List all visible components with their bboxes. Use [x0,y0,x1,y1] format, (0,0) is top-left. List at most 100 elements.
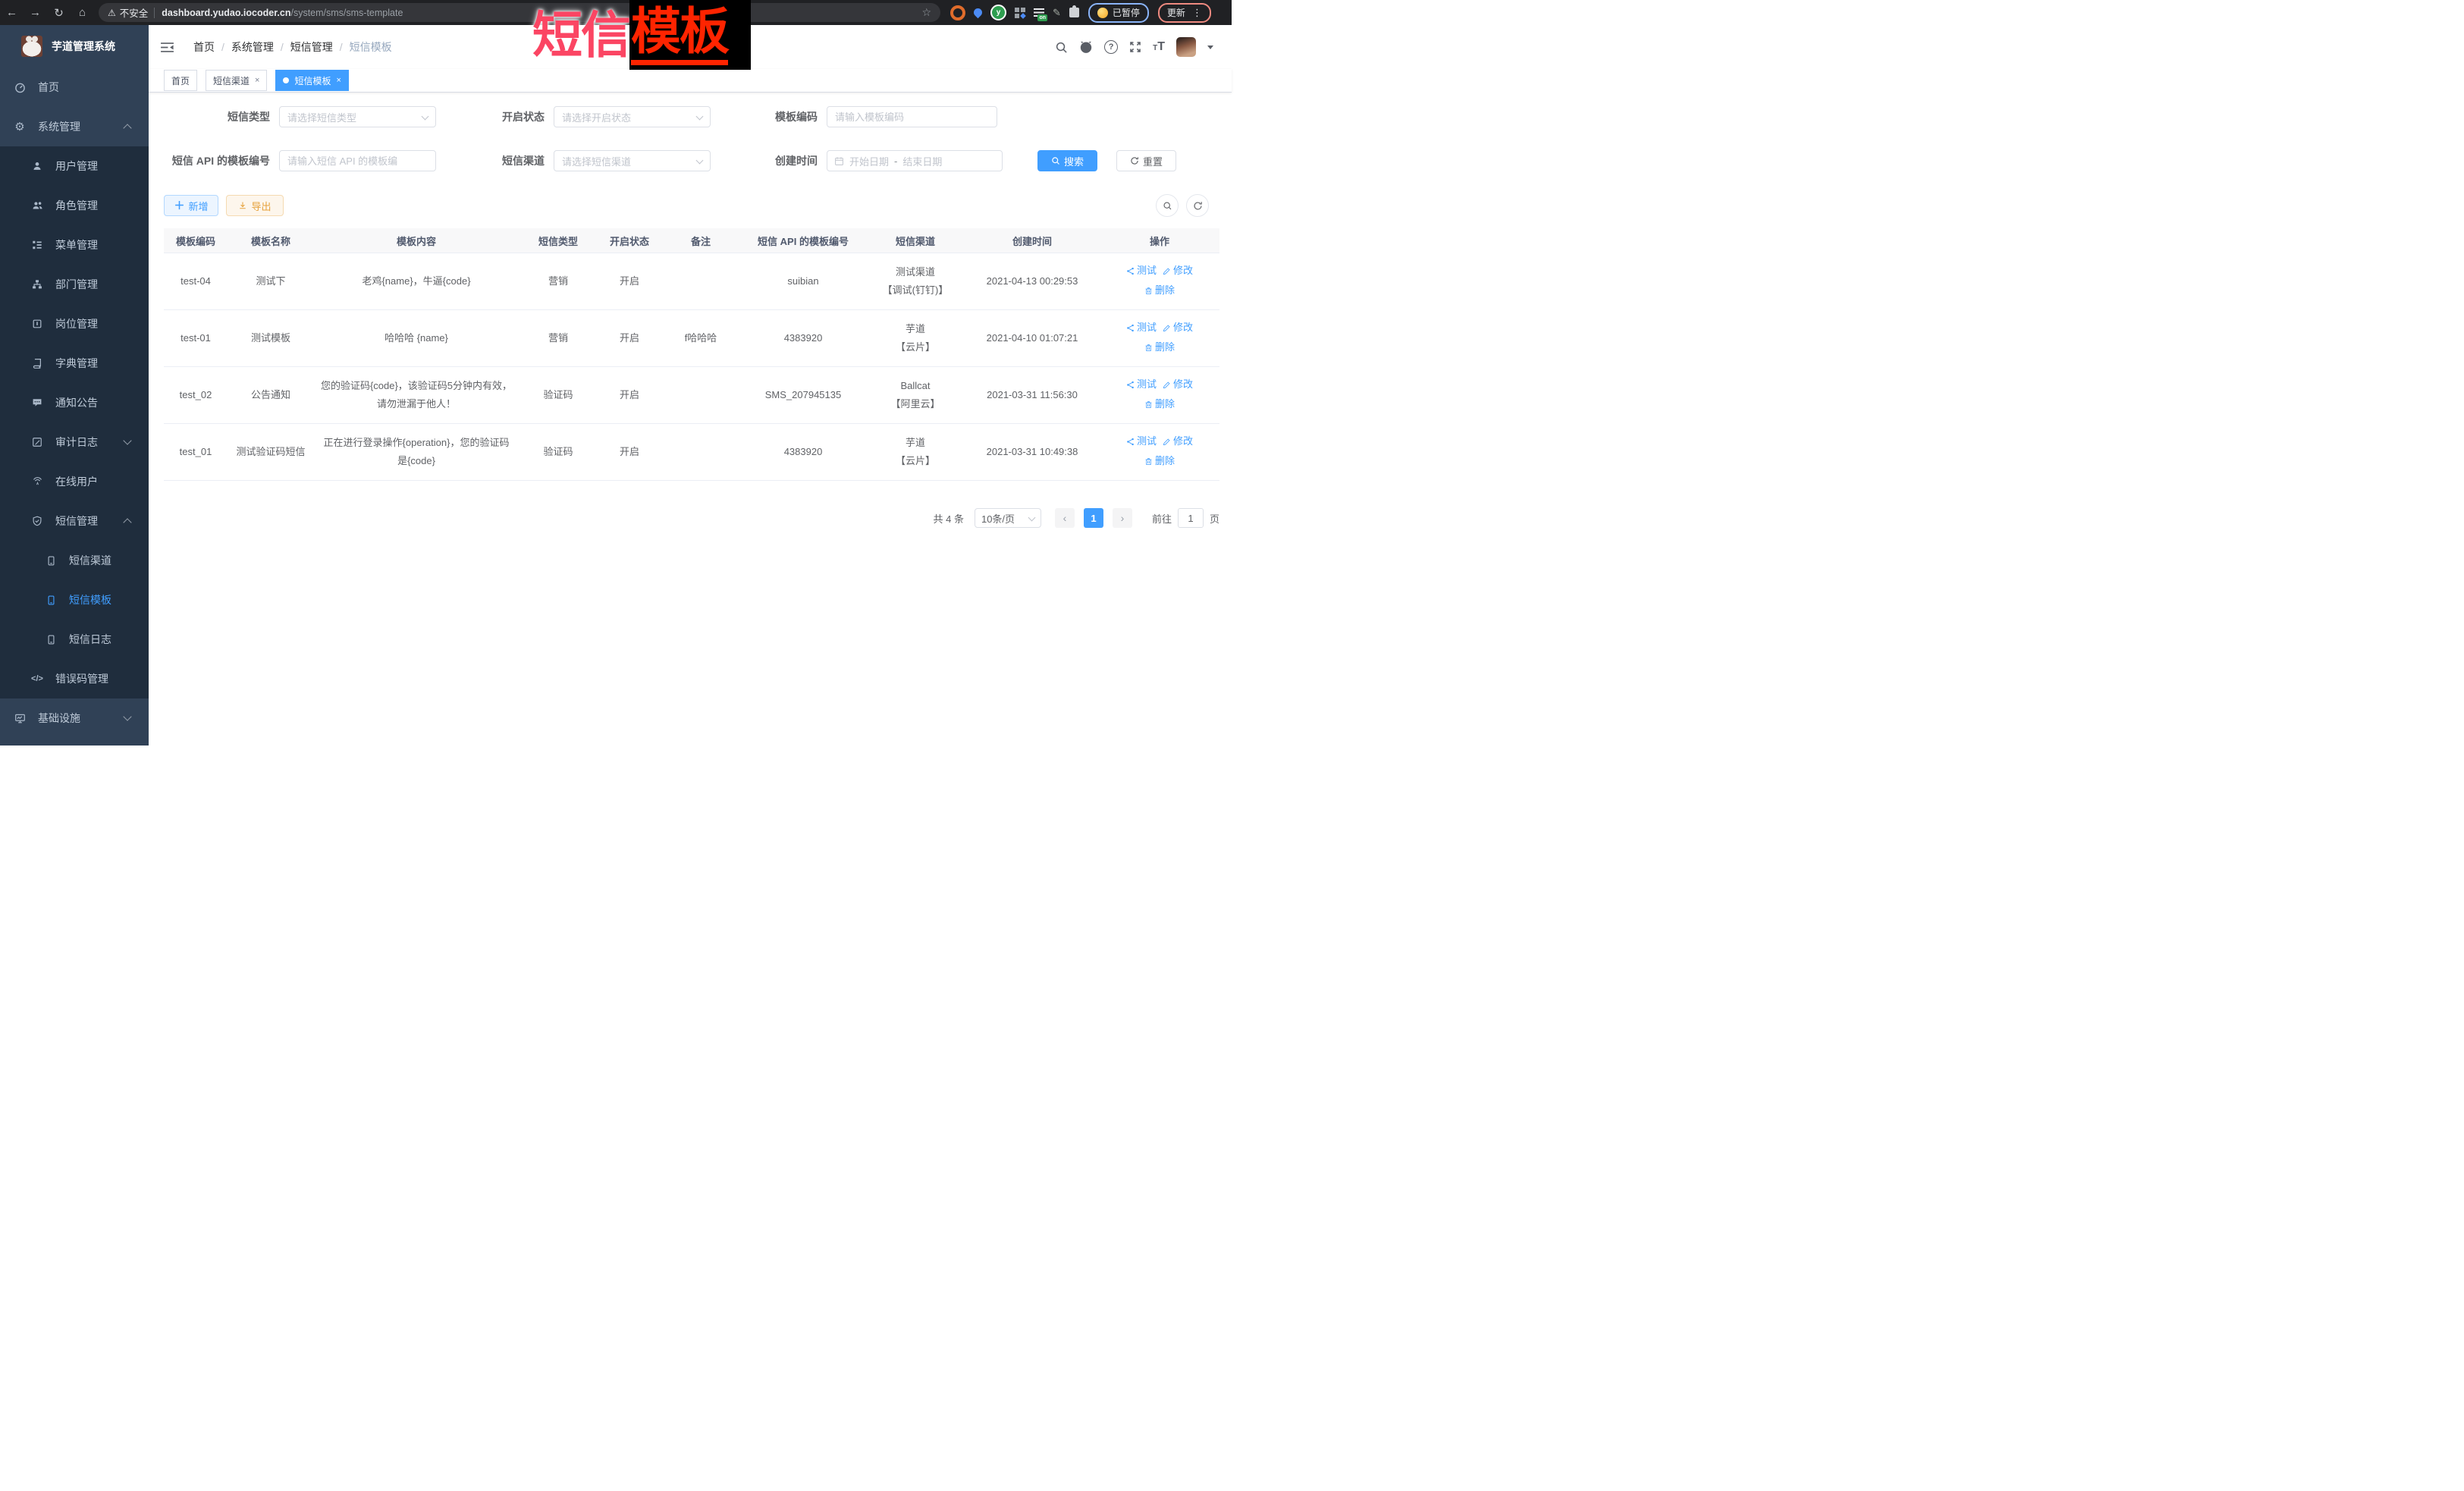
next-page-button[interactable]: › [1113,508,1132,528]
edit-link[interactable]: 修改 [1163,319,1193,337]
address-bar[interactable]: ⚠ 不安全 dashboard.yudao.iocoder.cn/system/… [99,3,940,22]
chevron-down-icon [422,112,429,120]
sidebar: 芋道管理系统 首页 ⚙ 系统管理 用户管理 角色管理 菜单管理 部门管理 岗位管… [0,25,149,746]
test-link[interactable]: 测试 [1126,375,1157,394]
url-path: /system/sms/sms-template [290,8,403,18]
back-icon[interactable]: ← [0,0,24,25]
extensions-puzzle-icon[interactable] [1069,8,1079,17]
sidebar-item-audit-log[interactable]: 审计日志 [0,422,149,462]
api-template-id-input[interactable] [279,150,436,171]
extension-grid-icon[interactable] [1015,8,1025,18]
cell-actions: 测试修改删除 [1100,367,1219,424]
status-select[interactable]: 请选择开启状态 [554,106,711,127]
col-status: 开启状态 [598,228,661,253]
table-row: test-04 测试下 老鸡{name}，牛逼{code} 营销 开启 suib… [164,253,1219,310]
extensions-row: y on ✎ [950,5,1079,20]
sidebar-item-posts[interactable]: 岗位管理 [0,304,149,344]
sidebar-item-sms-log[interactable]: 短信日志 [0,620,149,659]
test-link[interactable]: 测试 [1126,319,1157,337]
sms-channel-select[interactable]: 请选择短信渠道 [554,150,711,171]
extension-tabs-icon[interactable]: on [1034,8,1044,17]
reset-button[interactable]: 重置 [1116,150,1176,171]
breadcrumb-home[interactable]: 首页 [193,39,215,55]
close-icon[interactable]: × [255,76,259,85]
sidebar-item-sms-template[interactable]: 短信模板 [0,580,149,620]
sidebar-item-infrastructure[interactable]: 基础设施 [0,698,149,738]
breadcrumb-sms[interactable]: 短信管理 [290,39,333,55]
browser-update-button[interactable]: 更新 ⋮ [1158,3,1211,23]
close-icon[interactable]: × [336,76,341,85]
sms-type-label: 短信类型 [164,109,279,124]
delete-link[interactable]: 删除 [1144,395,1175,413]
sidebar-item-system[interactable]: ⚙ 系统管理 [0,107,149,146]
search-button[interactable]: 搜索 [1037,150,1097,171]
reload-icon[interactable]: ↻ [47,0,71,25]
range-separator: - [894,155,897,167]
tab-sms-channel[interactable]: 短信渠道 × [206,70,267,91]
breadcrumb: 首页 / 系统管理 / 短信管理 / 短信模板 [193,39,392,55]
app-header: 首页 / 系统管理 / 短信管理 / 短信模板 ? TT [149,25,1232,69]
add-button[interactable]: ＋ 新增 [164,195,218,216]
sms-channel-label: 短信渠道 [436,153,554,168]
extension-pen-icon[interactable]: ✎ [1053,7,1061,19]
goto-page-input[interactable] [1178,508,1204,528]
delete-link[interactable]: 删除 [1144,281,1175,300]
breadcrumb-system[interactable]: 系统管理 [231,39,274,55]
forward-icon[interactable]: → [24,0,47,25]
prev-page-button[interactable]: ‹ [1055,508,1075,528]
export-button[interactable]: 导出 [226,195,284,216]
sms-type-select[interactable]: 请选择短信类型 [279,106,436,127]
sidebar-item-sms-channel[interactable]: 短信渠道 [0,541,149,580]
sidebar-item-error-code[interactable]: </> 错误码管理 [0,659,149,698]
date-range-picker[interactable]: 开始日期 - 结束日期 [827,150,1003,171]
cell-api-id: SMS_207945135 [740,367,866,424]
extension-drop-icon[interactable] [972,7,984,19]
table-row: test-01 测试模板 哈哈哈 {name} 营销 开启 f哈哈哈 43839… [164,310,1219,367]
caret-down-icon[interactable] [1207,46,1213,52]
refresh-button[interactable] [1186,194,1209,217]
monitor-icon [13,713,27,724]
fullscreen-icon[interactable] [1129,41,1141,53]
calendar-icon [834,156,844,166]
delete-link[interactable]: 删除 [1144,452,1175,470]
edit-link[interactable]: 修改 [1163,432,1193,450]
test-link[interactable]: 测试 [1126,262,1157,280]
active-dot [283,77,289,83]
sidebar-item-notice[interactable]: 通知公告 [0,383,149,422]
sidebar-item-roles[interactable]: 角色管理 [0,186,149,225]
help-icon[interactable]: ? [1104,40,1118,54]
test-link[interactable]: 测试 [1126,432,1157,450]
home-icon[interactable]: ⌂ [71,0,94,25]
avatar[interactable] [1176,37,1196,57]
bookmark-star-icon[interactable]: ☆ [921,6,931,19]
update-label: 更新 [1167,6,1185,19]
cell-status: 开启 [598,253,661,310]
sidebar-item-users[interactable]: 用户管理 [0,146,149,186]
edit-link[interactable]: 修改 [1163,375,1193,394]
toggle-search-button[interactable] [1156,194,1179,217]
template-code-input[interactable] [827,106,997,127]
search-icon[interactable] [1055,41,1068,54]
page-number-1[interactable]: 1 [1084,508,1103,528]
extension-green-icon[interactable]: y [990,5,1006,20]
profile-paused-pill[interactable]: 已暂停 [1088,3,1149,23]
edit-link[interactable]: 修改 [1163,262,1193,280]
sidebar-item-menus[interactable]: 菜单管理 [0,225,149,265]
sidebar-item-dict[interactable]: 字典管理 [0,344,149,383]
chevron-down-icon [696,112,704,120]
sidebar-item-departments[interactable]: 部门管理 [0,265,149,304]
sidebar-logo-row[interactable]: 芋道管理系统 [0,25,149,67]
tab-sms-template[interactable]: 短信模板 × [275,70,348,91]
delete-link[interactable]: 删除 [1144,338,1175,356]
sidebar-item-home[interactable]: 首页 [0,67,149,107]
page-size-select[interactable]: 10条/页 [975,508,1041,528]
sidebar-item-online-users[interactable]: 在线用户 [0,462,149,501]
font-size-icon[interactable]: TT [1153,40,1165,54]
extension-orange-icon[interactable] [950,5,965,20]
tab-home[interactable]: 首页 [164,70,197,91]
menu-kebab-icon[interactable]: ⋮ [1192,7,1202,19]
github-icon[interactable] [1079,40,1093,54]
template-code-label: 模板编码 [711,109,827,124]
sidebar-item-sms[interactable]: 短信管理 [0,501,149,541]
sidebar-collapse-icon[interactable] [160,42,174,53]
